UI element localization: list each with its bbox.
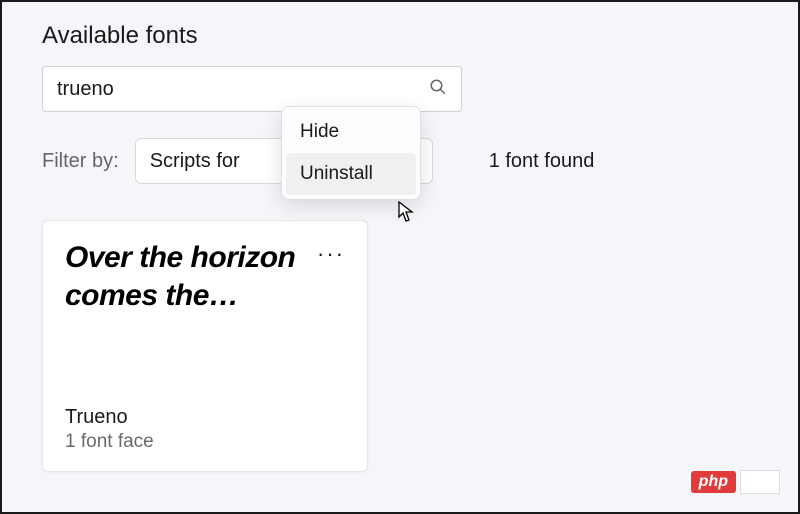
menu-item-uninstall[interactable]: Uninstall [286,153,416,195]
cursor-icon [398,201,416,228]
search-input[interactable] [57,78,429,101]
watermark: php [691,470,780,494]
context-menu: Hide Uninstall [281,106,421,200]
menu-item-hide[interactable]: Hide [286,111,416,153]
font-card[interactable]: Over the horizon comes the… ··· Trueno 1… [42,220,368,472]
results-count: 1 font found [489,150,595,173]
font-name: Trueno [65,406,345,429]
filter-label: Filter by: [42,150,119,173]
search-icon [429,78,447,101]
watermark-label: php [691,471,736,493]
font-face-count: 1 font face [65,431,345,453]
watermark-box [740,470,780,494]
font-preview: Over the horizon comes the… [65,239,305,314]
page-title: Available fonts [42,22,758,50]
more-button[interactable]: ··· [317,243,345,265]
filter-selected: Scripts for [150,150,240,173]
